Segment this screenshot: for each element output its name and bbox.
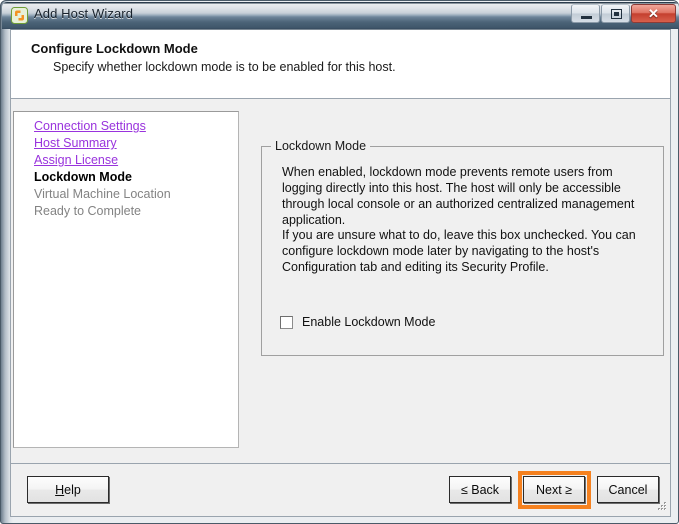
wizard-header: Configure Lockdown Mode Specify whether … xyxy=(11,30,670,99)
sidebar-item-connection-settings[interactable]: Connection Settings xyxy=(34,118,238,135)
minimize-icon xyxy=(581,16,592,19)
next-button-label: Next ≥ xyxy=(535,482,573,497)
sidebar-item-lockdown-mode[interactable]: Lockdown Mode xyxy=(34,169,238,186)
lockdown-mode-groupbox: Lockdown Mode When enabled, lockdown mod… xyxy=(261,139,664,356)
sidebar-item-ready-to-complete: Ready to Complete xyxy=(34,204,142,218)
page-title: Configure Lockdown Mode xyxy=(31,41,198,56)
enable-lockdown-mode-checkbox[interactable] xyxy=(280,315,293,329)
page-subtitle: Specify whether lockdown mode is to be e… xyxy=(53,60,396,74)
maximize-button[interactable] xyxy=(601,4,630,23)
window-controls: ✕ xyxy=(570,4,676,23)
groupbox-title: Lockdown Mode xyxy=(271,139,371,153)
back-button-label: ≤ Back xyxy=(460,482,500,497)
sidebar-item-virtual-machine-location: Virtual Machine Location xyxy=(34,187,171,201)
wizard-client-area: Configure Lockdown Mode Specify whether … xyxy=(10,29,671,517)
next-button[interactable]: Next ≥ xyxy=(523,476,585,503)
enable-lockdown-mode-label: Enable Lockdown Mode xyxy=(302,315,436,329)
minimize-button[interactable] xyxy=(571,4,600,23)
cancel-button-label: Cancel xyxy=(608,482,648,497)
title-bar[interactable]: Add Host Wizard ✕ xyxy=(2,2,679,29)
window-title: Add Host Wizard xyxy=(34,6,134,21)
back-button[interactable]: ≤ Back xyxy=(449,476,511,503)
cancel-button[interactable]: Cancel xyxy=(597,476,659,503)
enable-lockdown-mode-row[interactable]: Enable Lockdown Mode xyxy=(280,315,435,329)
wizard-body: Connection Settings Host Summary Assign … xyxy=(11,100,670,462)
close-button[interactable]: ✕ xyxy=(631,4,676,23)
close-icon: ✕ xyxy=(648,6,659,21)
wizard-footer: Help ≤ Back Next ≥ Cancel xyxy=(11,463,670,516)
vsphere-host-icon xyxy=(11,7,28,24)
help-button[interactable]: Help xyxy=(27,476,109,503)
wizard-step-list: Connection Settings Host Summary Assign … xyxy=(13,111,239,448)
wizard-window: Add Host Wizard ✕ Configure Lockdown Mod… xyxy=(0,0,679,524)
lockdown-description-paragraph-1: When enabled, lockdown mode prevents rem… xyxy=(282,165,635,227)
lockdown-description-paragraph-2: If you are unsure what to do, leave this… xyxy=(282,228,636,274)
sidebar-item-host-summary[interactable]: Host Summary xyxy=(34,135,238,152)
maximize-icon xyxy=(611,9,622,19)
resize-grip[interactable] xyxy=(654,500,668,514)
help-button-label: Help xyxy=(55,482,81,497)
sidebar-item-assign-license[interactable]: Assign License xyxy=(34,152,238,169)
